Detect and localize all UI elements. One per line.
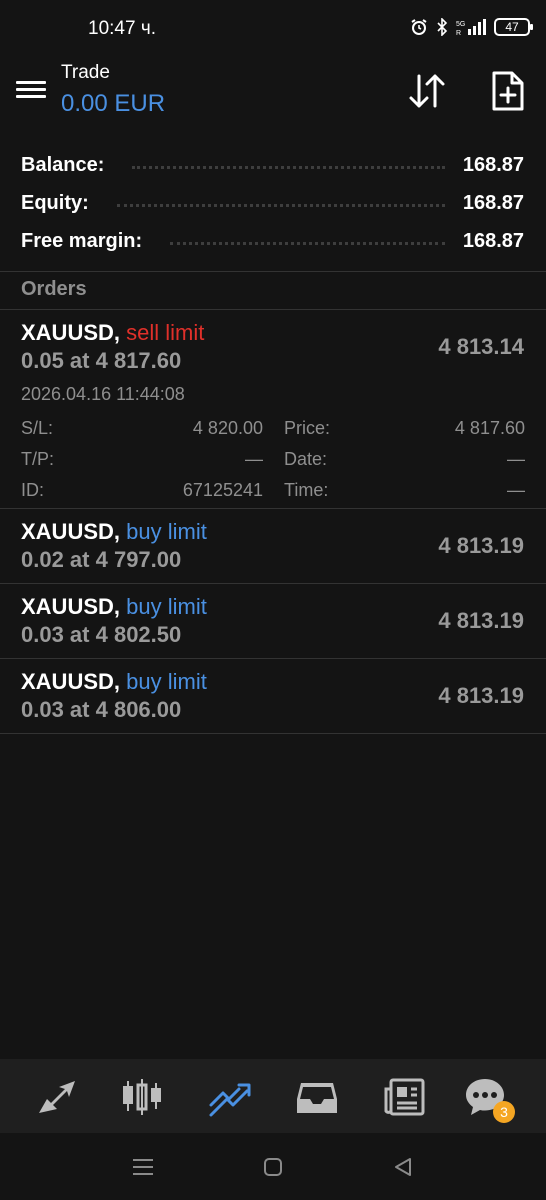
price-label: Price: [284, 418, 331, 438]
signal-icon: 5G R [456, 19, 486, 36]
order-symbol: XAUUSD, [21, 519, 121, 544]
free-margin-label: Free margin: [21, 229, 143, 252]
order-item[interactable]: XAUUSD, buy limit 0.03 at 4 802.50 4 813… [0, 584, 546, 659]
detail-row: S/L: 4 820.00 Price: 4 817.60 [21, 414, 525, 445]
order-type: buy limit [126, 669, 207, 694]
menu-icon-bar [16, 81, 46, 84]
order-summary[interactable]: XAUUSD, sell limit 0.05 at 4 817.60 4 81… [0, 310, 546, 384]
order-item[interactable]: XAUUSD, sell limit 0.05 at 4 817.60 4 81… [0, 310, 546, 509]
divider [0, 271, 546, 272]
order-symbol: XAUUSD, [21, 594, 121, 619]
new-document-icon [492, 71, 524, 111]
order-summary[interactable]: XAUUSD, buy limit 0.03 at 4 806.00 4 813… [0, 659, 546, 733]
detail-row: ID: 67125241 Time: — [21, 476, 525, 507]
id-value: 67125241 [182, 480, 263, 500]
equity-value: 168.87 [462, 191, 524, 214]
sl-value: 4 820.00 [192, 418, 263, 438]
quotes-icon[interactable] [35, 1075, 79, 1119]
price-value: 4 817.60 [454, 418, 525, 438]
messages-badge: 3 [493, 1101, 515, 1123]
tp-label: T/P: [21, 449, 55, 469]
history-icon[interactable] [295, 1075, 339, 1119]
battery-indicator: 47 [494, 18, 533, 36]
menu-button[interactable] [14, 76, 48, 106]
new-order-button[interactable] [488, 70, 528, 112]
time-label: Time: [284, 480, 329, 500]
detail-row: T/P: — Date: — [21, 445, 525, 476]
orders-list: XAUUSD, sell limit 0.05 at 4 817.60 4 81… [0, 310, 546, 734]
sort-button[interactable] [406, 70, 448, 112]
order-current-price: 4 813.19 [438, 533, 524, 558]
alarm-icon [411, 19, 427, 35]
time-value: — [507, 480, 525, 500]
order-volume: 0.03 at 4 802.50 [21, 622, 182, 647]
order-symbol-line: XAUUSD, buy limit [21, 669, 207, 695]
sl-label: S/L: [21, 418, 54, 438]
messages-button[interactable]: 3 [463, 1075, 515, 1123]
order-item[interactable]: XAUUSD, buy limit 0.03 at 4 806.00 4 813… [0, 659, 546, 734]
dotted-leader [132, 165, 445, 169]
dotted-leader [170, 241, 445, 245]
date-label: Date: [284, 449, 328, 469]
account-summary: Balance: 168.87 Equity: 168.87 Free marg… [0, 146, 546, 260]
home-icon[interactable] [260, 1155, 286, 1179]
free-margin-value: 168.87 [462, 229, 524, 252]
status-time: 10:47 ч. [88, 18, 157, 39]
status-bar: 10:47 ч. 5G R 47 [0, 0, 546, 60]
order-symbol-line: XAUUSD, buy limit [21, 594, 207, 620]
order-type: sell limit [126, 320, 205, 345]
equity-row: Equity: 168.87 [0, 184, 546, 222]
status-icons: 5G R 47 [410, 18, 533, 36]
order-current-price: 4 813.19 [438, 683, 524, 708]
balance-value: 168.87 [462, 153, 524, 176]
recent-apps-icon[interactable] [130, 1155, 156, 1179]
svg-text:5G: 5G [456, 21, 465, 28]
page-title: Trade [61, 62, 110, 83]
order-volume: 0.05 at 4 817.60 [21, 348, 182, 373]
equity-label: Equity: [21, 191, 89, 214]
bluetooth-icon [437, 18, 448, 36]
order-summary[interactable]: XAUUSD, buy limit 0.03 at 4 802.50 4 813… [0, 584, 546, 658]
news-icon[interactable] [383, 1075, 427, 1119]
account-profit: 0.00 EUR [61, 90, 166, 117]
free-margin-row: Free margin: 168.87 [0, 222, 546, 260]
app-header: Trade 0.00 EUR [0, 60, 546, 136]
menu-icon-bar [16, 95, 46, 98]
order-type: buy limit [126, 519, 207, 544]
order-volume: 0.02 at 4 797.00 [21, 547, 182, 572]
sort-icon [409, 74, 445, 108]
order-symbol: XAUUSD, [21, 669, 121, 694]
date-value: — [507, 449, 525, 469]
order-current-price: 4 813.19 [438, 608, 524, 633]
menu-icon-bar [16, 88, 46, 91]
order-symbol-line: XAUUSD, sell limit [21, 320, 204, 346]
id-label: ID: [21, 480, 45, 500]
order-time: 2026.04.16 11:44:08 [21, 384, 185, 404]
balance-row: Balance: 168.87 [0, 146, 546, 184]
trade-icon[interactable] [207, 1075, 251, 1119]
order-current-price: 4 813.14 [438, 334, 524, 359]
order-summary[interactable]: XAUUSD, buy limit 0.02 at 4 797.00 4 813… [0, 509, 546, 583]
order-details: 2026.04.16 11:44:08 S/L: 4 820.00 Price:… [0, 384, 546, 508]
order-volume: 0.03 at 4 806.00 [21, 697, 182, 722]
order-type: buy limit [126, 594, 207, 619]
chart-icon[interactable] [120, 1075, 164, 1119]
system-navigation-bar [0, 1133, 546, 1200]
svg-text:R: R [456, 30, 461, 36]
orders-section-title: Orders [21, 278, 87, 300]
order-symbol-line: XAUUSD, buy limit [21, 519, 207, 545]
order-symbol: XAUUSD, [21, 320, 121, 345]
tp-value: — [245, 449, 263, 469]
bottom-navigation: 3 [0, 1059, 546, 1133]
dotted-leader [116, 203, 445, 207]
order-item[interactable]: XAUUSD, buy limit 0.02 at 4 797.00 4 813… [0, 509, 546, 584]
back-icon[interactable] [390, 1155, 416, 1179]
order-detail-grid: S/L: 4 820.00 Price: 4 817.60 T/P: — Dat… [21, 414, 525, 507]
balance-label: Balance: [21, 153, 105, 176]
